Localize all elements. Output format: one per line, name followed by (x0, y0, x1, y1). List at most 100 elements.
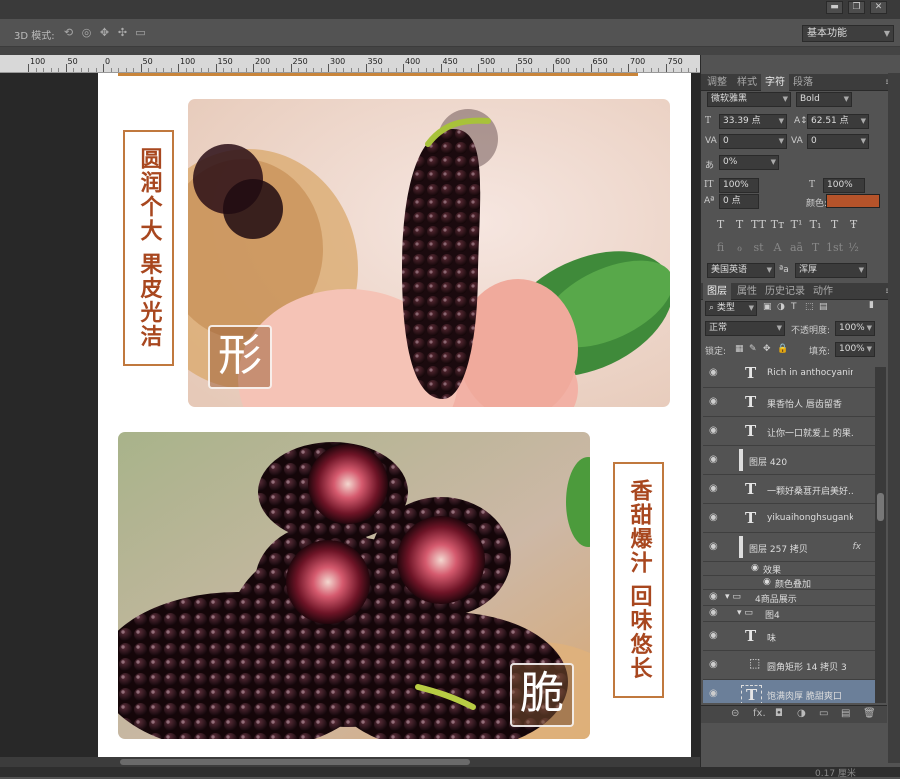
filter-smart-icon[interactable]: ▤ (819, 302, 828, 312)
3d-pan-icon[interactable]: ✥ (98, 26, 111, 39)
visibility-eye-icon[interactable]: ◉ (709, 607, 718, 618)
panel-tab[interactable]: 动作 (809, 283, 837, 300)
lock-paint-icon[interactable]: ✎ (749, 344, 757, 354)
panel-tab[interactable]: 历史记录 (761, 283, 809, 300)
folder-icon[interactable]: ▾ ▭ (737, 608, 753, 618)
layer-row[interactable]: ◉ 效果 (703, 562, 875, 576)
glyph-button[interactable]: A (768, 241, 787, 254)
layer-row[interactable]: ◉ T 让你一口就爱上 的果... (703, 417, 875, 446)
layers-footer-button[interactable]: ▭ (819, 708, 828, 719)
leading-field[interactable]: 62.51 点 ▼ (807, 114, 869, 129)
opacity-field[interactable]: 100% ▼ (835, 321, 875, 336)
layers-scrollbar[interactable] (875, 367, 886, 703)
visibility-eye-icon[interactable]: ◉ (709, 630, 718, 641)
layer-row[interactable]: ◉ T 一颗好桑葚开启美好... (703, 475, 875, 504)
layer-row[interactable]: ◉ Tyikuaihonghsugankaiqi... (703, 504, 875, 533)
layer-row[interactable]: ◉ T 果香怡人 唇齿留香 (703, 388, 875, 417)
glyph-button[interactable]: fi (711, 241, 730, 254)
panel-tab[interactable]: 段落 (789, 74, 817, 91)
kerning-field[interactable]: 0 ▼ (719, 134, 787, 149)
glyph-button[interactable]: T₁ (806, 218, 825, 231)
filter-shape-icon[interactable]: ⬚ (805, 302, 814, 312)
effect-visibility-icon[interactable]: ◉ (751, 563, 759, 573)
tsume-field[interactable]: 0% ▼ (719, 155, 779, 170)
panel-tab[interactable]: 属性 (733, 283, 761, 300)
glyph-button[interactable]: T¹ (787, 218, 806, 231)
3d-slide-icon[interactable]: ✣ (116, 26, 129, 39)
glyph-button[interactable]: Tт (768, 218, 787, 231)
glyph-button[interactable]: aā (787, 241, 806, 254)
font-family-select[interactable]: 微软雅黑 ▼ (707, 92, 791, 107)
3d-rotate-icon[interactable]: ⟲ (62, 26, 75, 39)
font-size-field[interactable]: 33.39 点 ▼ (719, 114, 787, 129)
layer-filter-select[interactable]: ⌕ 类型 ▼ (705, 301, 757, 316)
font-style-select[interactable]: Bold ▼ (796, 92, 852, 107)
horizontal-scrollbar[interactable] (0, 757, 700, 767)
visibility-eye-icon[interactable]: ◉ (709, 541, 718, 552)
filter-text-icon[interactable]: T (791, 302, 797, 312)
layer-row[interactable]: ◉ 图层 257 拷贝 fx (703, 533, 875, 562)
visibility-eye-icon[interactable]: ◉ (709, 591, 718, 602)
layers-footer-button[interactable]: fx. (753, 708, 766, 719)
close-button[interactable]: ✕ (870, 1, 887, 14)
glyph-button[interactable]: st (749, 241, 768, 254)
visibility-eye-icon[interactable]: ◉ (709, 659, 718, 670)
layer-row[interactable]: ◉ 颜色叠加 (703, 576, 875, 590)
layer-row[interactable]: ◉ 图层 420 (703, 446, 875, 475)
layer-row[interactable]: ◉ ▾ ▭ 图4 (703, 606, 875, 622)
lock-all-icon[interactable]: 🔒 (777, 344, 788, 354)
panel-tab[interactable]: 调整 (703, 74, 731, 91)
visibility-eye-icon[interactable]: ◉ (709, 688, 718, 699)
glyph-button[interactable]: ℴ (730, 241, 749, 254)
tracking-field[interactable]: 0 ▼ (807, 134, 869, 149)
panel-tab[interactable]: 图层 (703, 283, 731, 300)
panel-tab[interactable]: 样式 (733, 74, 761, 91)
vertical-scale-field[interactable]: 100% (719, 178, 759, 193)
visibility-eye-icon[interactable]: ◉ (709, 396, 718, 407)
layer-row[interactable]: ◉ ⬚ 圆角矩形 14 拷贝 3 (703, 651, 875, 680)
visibility-eye-icon[interactable]: ◉ (709, 512, 718, 523)
layers-footer-button[interactable]: 🗑 (863, 708, 876, 719)
filter-toggle-icon[interactable]: ▮ (869, 300, 874, 310)
scroll-thumb[interactable] (120, 759, 470, 765)
panel-tab[interactable]: 字符 (761, 74, 789, 91)
lock-move-icon[interactable]: ✥ (763, 344, 771, 354)
layer-row[interactable]: ◉ ▾ ▭ 4商品展示 (703, 590, 875, 606)
language-select[interactable]: 美国英语 ▼ (707, 263, 775, 278)
layers-footer-button[interactable]: ◑ (797, 708, 806, 719)
layer-row[interactable]: ◉ T Rich in anthocyanins Y... (703, 367, 875, 388)
glyph-button[interactable]: ½ (844, 241, 863, 254)
3d-scale-icon[interactable]: ▭ (134, 26, 147, 39)
text-color-swatch[interactable] (826, 194, 880, 208)
visibility-eye-icon[interactable]: ◉ (709, 483, 718, 494)
lock-transparency-icon[interactable]: ▦ (735, 344, 744, 354)
glyph-button[interactable]: TT (749, 218, 768, 231)
scroll-thumb[interactable] (877, 493, 884, 521)
filter-pixel-icon[interactable]: ▣ (763, 302, 772, 312)
layer-row[interactable]: ◉ T 味 (703, 622, 875, 651)
blend-mode-select[interactable]: 正常 ▼ (705, 321, 785, 336)
glyph-button[interactable]: T (825, 218, 844, 231)
baseline-field[interactable]: 0 点 (719, 194, 759, 209)
visibility-eye-icon[interactable]: ◉ (709, 425, 718, 436)
glyph-button[interactable]: T (730, 218, 749, 231)
horizontal-scale-field[interactable]: 100% (823, 178, 865, 193)
filter-adjust-icon[interactable]: ◑ (777, 302, 785, 312)
layers-footer-button[interactable]: ⊝ (731, 708, 739, 719)
glyph-button[interactable]: Ŧ (844, 218, 863, 231)
visibility-eye-icon[interactable]: ◉ (709, 454, 718, 465)
layer-row[interactable]: ◉ T 饱满肉厚 脆甜爽口 (703, 680, 875, 703)
layers-footer-button[interactable]: ◘ (775, 708, 783, 719)
glyph-button[interactable]: T (711, 218, 730, 231)
3d-roll-icon[interactable]: ◎ (80, 26, 93, 39)
layers-footer-button[interactable]: ▤ (841, 708, 850, 719)
restore-button[interactable]: ❐ (848, 1, 865, 14)
folder-icon[interactable]: ▾ ▭ (725, 592, 741, 602)
glyph-button[interactable]: T (806, 241, 825, 254)
layer-fx-icon[interactable]: fx (853, 542, 862, 552)
glyph-button[interactable]: 1st (825, 241, 844, 254)
fill-field[interactable]: 100% ▼ (835, 342, 875, 357)
effect-visibility-icon[interactable]: ◉ (763, 577, 771, 587)
minimize-button[interactable]: ▬ (826, 1, 843, 14)
workspace-select[interactable]: 基本功能 ▼ (802, 25, 894, 42)
